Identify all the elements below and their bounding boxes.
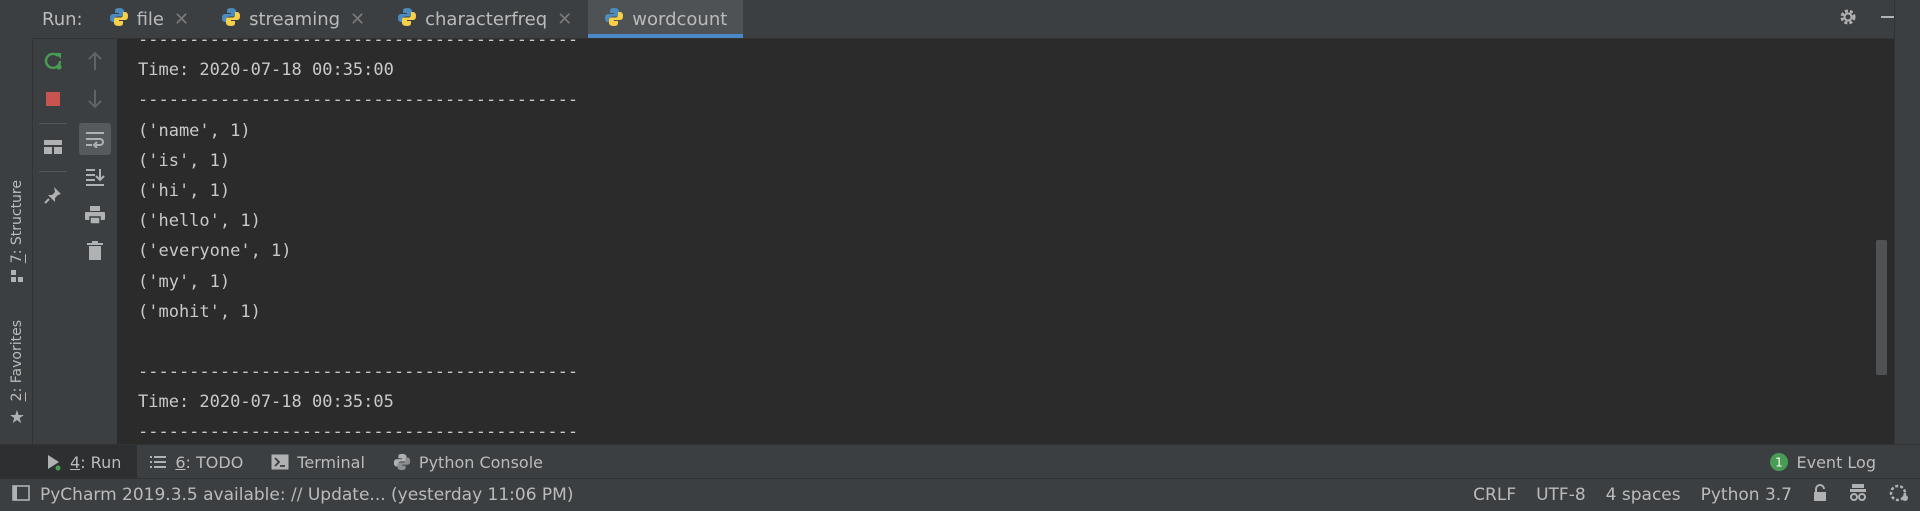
structure-icon — [10, 269, 24, 287]
python-console-tool-label: Python Console — [419, 453, 543, 472]
console-line: ----------------------------------------… — [138, 39, 578, 55]
python-console-icon — [393, 453, 411, 471]
console-line: Time: 2020-07-18 00:35:05 — [138, 387, 578, 417]
separator — [39, 123, 67, 124]
indent-widget[interactable]: 4 spaces — [1606, 485, 1681, 505]
trash-icon[interactable] — [79, 235, 111, 267]
run-actions-primary — [33, 39, 73, 444]
python-icon — [604, 7, 624, 32]
tool-window-bar: 4: Run 6: TODO Terminal Python Console 1… — [0, 444, 1920, 479]
console-line: Time: 2020-07-18 00:35:00 — [138, 55, 578, 85]
rerun-icon[interactable] — [37, 45, 69, 77]
console-line: ----------------------------------------… — [138, 417, 578, 444]
arrow-up-icon[interactable] — [79, 45, 111, 77]
structure-tab-label: 7: Structure — [9, 180, 25, 263]
run-actions-secondary — [73, 39, 118, 444]
favorites-tab[interactable]: 2: Favorites ★ — [6, 320, 28, 428]
console-line: ('my', 1) — [138, 267, 578, 297]
console-line: ('hello', 1) — [138, 206, 578, 236]
python-console-tool-tab[interactable]: Python Console — [381, 445, 559, 479]
arrow-down-icon[interactable] — [79, 83, 111, 115]
terminal-tool-label: Terminal — [297, 453, 365, 472]
memory-indicator-icon[interactable] — [1888, 483, 1910, 508]
status-message: PyCharm 2019.3.5 available: // Update...… — [40, 485, 573, 505]
inspector-icon[interactable] — [1848, 483, 1868, 508]
lock-icon[interactable] — [1812, 484, 1828, 507]
separator — [39, 171, 67, 172]
console-line: ('is', 1) — [138, 146, 578, 176]
console-line: ----------------------------------------… — [138, 357, 578, 387]
console-line — [138, 327, 578, 357]
python-icon — [221, 7, 241, 32]
scroll-to-end-icon[interactable] — [79, 161, 111, 193]
event-log-badge: 1 — [1769, 452, 1789, 472]
favorites-tab-label: 2: Favorites — [9, 320, 25, 401]
run-tool-tab[interactable]: 4: Run — [0, 445, 137, 479]
python-icon — [109, 7, 129, 32]
list-icon — [149, 454, 167, 470]
run-tool-label: 4: Run — [70, 453, 121, 472]
stop-icon[interactable] — [37, 83, 69, 115]
run-tab-label: characterfreq — [425, 9, 547, 30]
run-tab-label: wordcount — [632, 9, 727, 30]
status-widgets: CRLF UTF-8 4 spaces Python 3.7 — [1473, 483, 1920, 508]
structure-tab[interactable]: 7: Structure — [6, 180, 28, 287]
left-tool-strip: 7: Structure 2: Favorites ★ — [0, 0, 33, 444]
encoding-widget[interactable]: UTF-8 — [1536, 485, 1586, 505]
event-log-tool-tab[interactable]: 1 Event Log — [1757, 445, 1920, 479]
pin-icon[interactable] — [37, 179, 69, 211]
scrollbar-thumb[interactable] — [1876, 240, 1887, 375]
gear-icon[interactable] — [1838, 7, 1858, 31]
print-icon[interactable] — [79, 199, 111, 231]
run-tab-file[interactable]: file ✕ — [93, 0, 206, 38]
close-icon[interactable]: ✕ — [557, 9, 572, 30]
run-tab-streaming[interactable]: streaming ✕ — [205, 0, 381, 38]
console-lines: ----------------------------------------… — [138, 39, 578, 444]
run-label: Run: — [32, 0, 93, 38]
run-tab-label: file — [137, 9, 164, 30]
close-icon[interactable]: ✕ — [174, 9, 189, 30]
event-log-label: Event Log — [1797, 453, 1877, 472]
console-line: ('mohit', 1) — [138, 297, 578, 327]
layout-icon[interactable] — [37, 131, 69, 163]
run-tab-label: streaming — [249, 9, 340, 30]
run-tab-wordcount[interactable]: wordcount — [588, 0, 743, 38]
run-tab-characterfreq[interactable]: characterfreq ✕ — [381, 0, 588, 38]
run-icon — [46, 453, 62, 471]
soft-wrap-icon[interactable] — [79, 123, 111, 155]
todo-tool-label: 6: TODO — [175, 453, 243, 472]
line-separator-widget[interactable]: CRLF — [1473, 485, 1516, 505]
run-tab-bar: Run: file ✕ streaming ✕ characterfreq ✕ … — [32, 0, 1920, 39]
interpreter-widget[interactable]: Python 3.7 — [1701, 485, 1792, 505]
star-icon: ★ — [9, 407, 25, 428]
window-toggle-icon[interactable] — [12, 485, 30, 506]
console-line: ('everyone', 1) — [138, 236, 578, 266]
console-line: ('name', 1) — [138, 116, 578, 146]
python-icon — [397, 7, 417, 32]
event-log-count: 1 — [1775, 456, 1783, 470]
close-icon[interactable]: ✕ — [350, 9, 365, 30]
terminal-tool-tab[interactable]: Terminal — [259, 445, 381, 479]
right-tool-strip — [1894, 0, 1920, 444]
todo-tool-tab[interactable]: 6: TODO — [137, 445, 259, 479]
console-line: ('hi', 1) — [138, 176, 578, 206]
console-output[interactable]: ----------------------------------------… — [118, 39, 1874, 444]
update-notification[interactable]: PyCharm 2019.3.5 available: // Update...… — [12, 485, 573, 506]
terminal-icon — [271, 454, 289, 470]
console-line: ----------------------------------------… — [138, 85, 578, 115]
status-bar: PyCharm 2019.3.5 available: // Update...… — [0, 478, 1920, 511]
